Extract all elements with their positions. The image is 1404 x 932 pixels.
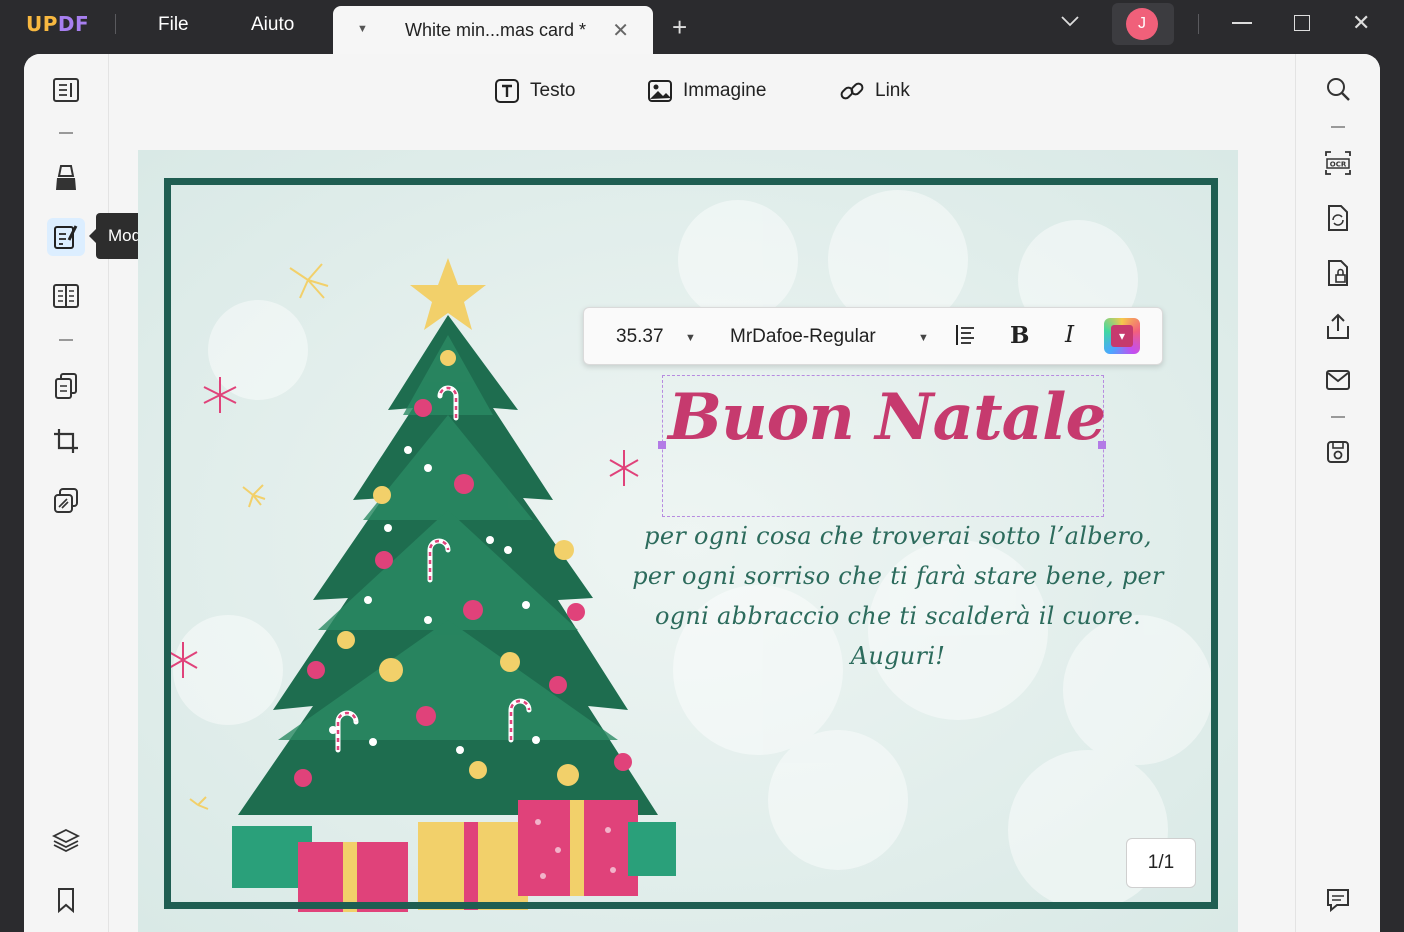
crop-icon[interactable] [47,422,85,460]
toolbar-divider [1331,416,1345,418]
minimize-icon[interactable] [1232,22,1252,24]
reader-icon[interactable] [47,71,85,109]
avatar: J [1126,8,1158,40]
convert-icon[interactable] [1319,199,1357,237]
image-icon [648,80,672,102]
toolbar-divider [59,132,73,134]
link-icon [840,82,864,100]
tab-title: White min...mas card * [405,20,587,40]
save-icon[interactable] [1319,433,1357,471]
bold-button[interactable]: B [1010,322,1029,349]
page-tools-icon[interactable] [47,367,85,405]
svg-text:OCR: OCR [1330,161,1347,169]
search-icon[interactable] [1319,70,1357,108]
updf-logo[interactable]: UPDF [26,12,89,36]
highlighter-icon[interactable] [47,159,85,197]
window-separator [1198,14,1199,34]
watermark-icon[interactable] [47,482,85,520]
align-left-icon[interactable] [954,323,978,352]
avatar-button[interactable]: J [1112,3,1174,45]
edit-pdf-icon[interactable] [47,218,85,256]
font-family-value[interactable]: MrDafoe-Regular [730,326,876,348]
tab-dropdown-icon[interactable]: ▼ [357,23,368,35]
message-line-2: per ogni sorriso che ti farà stare bene,… [632,562,1164,590]
font-family-dropdown-icon[interactable]: ▼ [918,332,929,344]
document-tab[interactable]: ▼ White min...mas card * ✕ [333,6,653,54]
menu-help[interactable]: Aiuto [251,14,294,36]
italic-button[interactable]: I [1065,322,1074,348]
tab-close-icon[interactable]: ✕ [612,18,629,43]
add-link-label: Link [875,80,910,101]
message-line-1: per ogni cosa che troverai sotto l’alber… [644,522,1152,550]
left-toolbar [24,54,109,932]
add-text-button[interactable]: Testo [494,78,575,104]
add-link-button[interactable]: Link [839,78,910,104]
right-toolbar: OCR [1295,54,1380,932]
window-close-icon[interactable]: ✕ [1352,10,1370,36]
edit-toolbar: Testo Immagine Link [108,54,1296,130]
maximize-icon[interactable] [1294,15,1310,31]
text-icon [495,79,519,103]
toolbar-divider [1331,126,1345,128]
bookmark-icon[interactable] [47,881,85,919]
title-bar: UPDF File Aiuto ▼ White min...mas card *… [0,0,1404,54]
chevron-down-icon[interactable] [1060,14,1080,33]
greeting-text[interactable]: Buon Natale [668,378,1108,458]
card-message[interactable]: per ogni cosa che troverai sotto l’alber… [618,516,1178,676]
font-size-dropdown-icon[interactable]: ▼ [685,332,696,344]
protect-icon[interactable] [1319,254,1357,292]
page-counter[interactable]: 1/1 [1126,838,1196,888]
resize-handle-left[interactable] [658,441,666,449]
pdf-page[interactable]: Buon Natale per ogni cosa che troverai s… [138,150,1238,932]
menu-file[interactable]: File [158,14,189,36]
text-format-toolbar: 35.37 ▼ MrDafoe-Regular ▼ B I ▾ [583,307,1163,365]
font-size-value[interactable]: 35.37 [616,326,664,348]
main-window: Modifica PDF Testo Immagine Link [24,54,1380,932]
ocr-icon[interactable]: OCR [1319,144,1357,182]
add-text-label: Testo [530,80,576,101]
comment-icon[interactable] [1319,881,1357,919]
add-image-button[interactable]: Immagine [647,78,766,104]
message-line-3: ogni abbraccio che ti scalderà il cuore. [654,602,1142,630]
title-separator [115,14,116,34]
message-line-4: Auguri! [850,642,946,670]
share-icon[interactable] [1319,308,1357,346]
add-image-label: Immagine [683,80,767,101]
new-tab-icon[interactable]: + [672,14,687,40]
chevron-down-icon: ▾ [1111,325,1133,347]
toolbar-divider [59,339,73,341]
organize-pages-icon[interactable] [47,277,85,315]
mail-icon[interactable] [1319,361,1357,399]
text-color-picker[interactable]: ▾ [1104,318,1140,354]
layers-icon[interactable] [47,821,85,859]
